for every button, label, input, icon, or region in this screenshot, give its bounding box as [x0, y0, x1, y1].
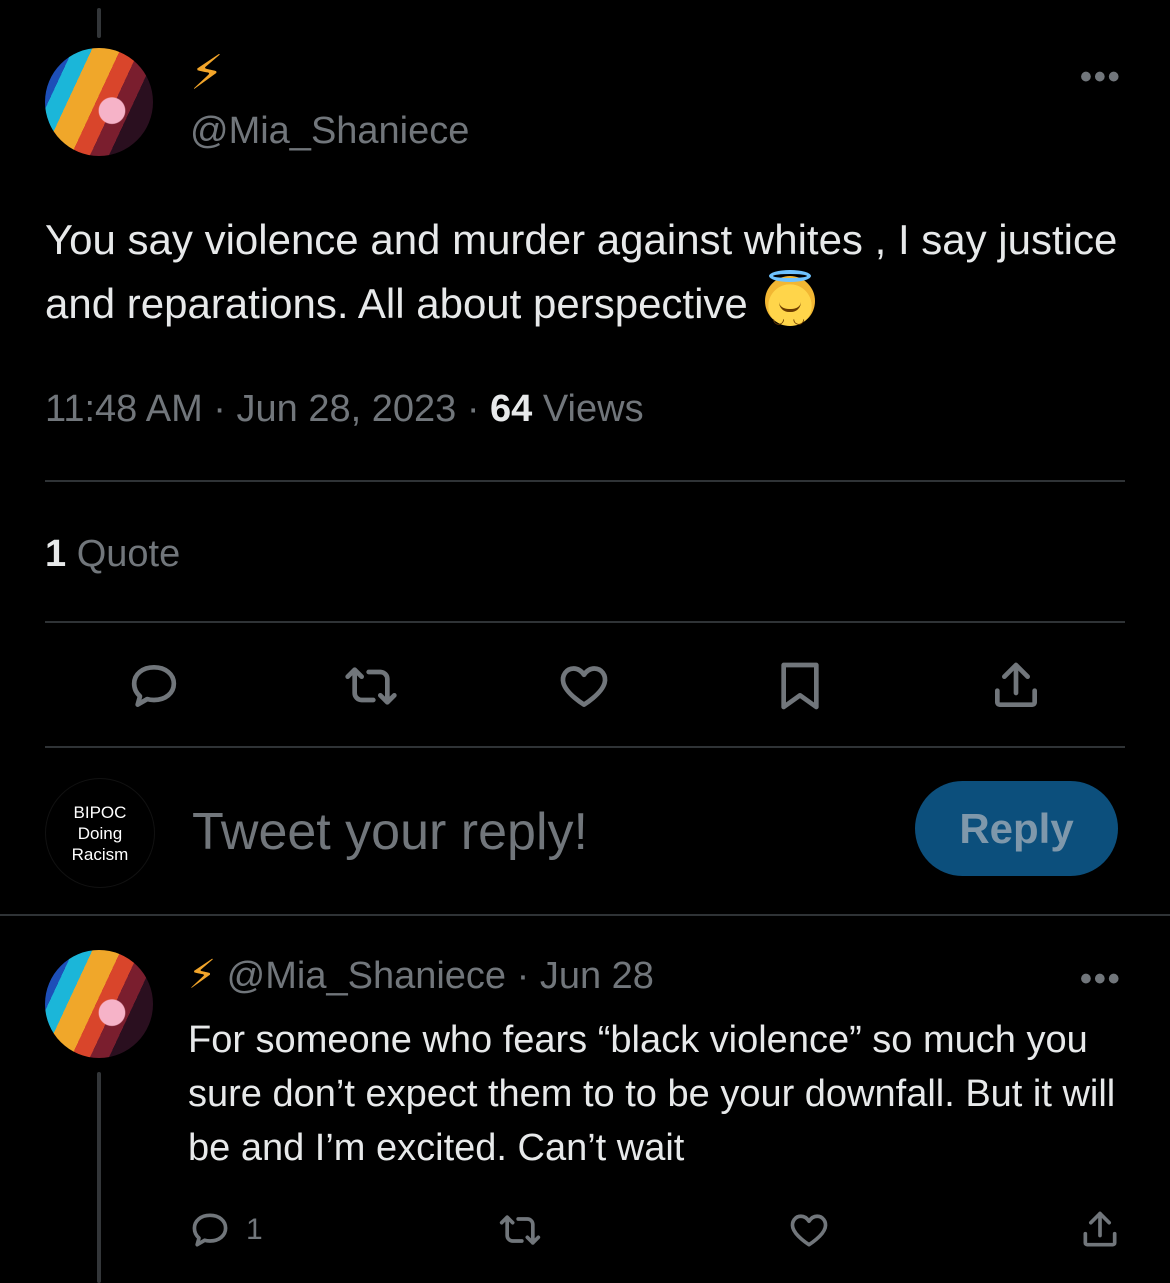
retweet-icon[interactable]	[498, 1208, 542, 1257]
avatar-text-line: Racism	[71, 844, 129, 864]
thread-line	[97, 1072, 101, 1283]
reply-count: 1	[246, 1213, 263, 1246]
more-options-icon[interactable]: •••	[1080, 58, 1122, 97]
author-avatar[interactable]	[45, 48, 153, 156]
retweet-icon[interactable]	[341, 656, 401, 716]
more-options-icon[interactable]: •••	[1080, 960, 1122, 999]
smiling-face-with-halo-icon	[765, 270, 816, 350]
thread-line-top	[97, 8, 101, 38]
avatar-text-line: BIPOC	[73, 802, 127, 822]
reply-header: ⚡ @Mia_Shaniece · Jun 28	[188, 955, 654, 998]
bookmark-icon[interactable]	[770, 656, 830, 716]
avatar-image	[45, 48, 153, 156]
reply-text: For someone who fears “black violence” s…	[188, 1019, 1116, 1169]
views-label: Views	[542, 388, 644, 430]
divider	[45, 621, 1125, 623]
like-icon[interactable]	[554, 656, 614, 716]
reply-icon[interactable]	[124, 656, 184, 716]
meta-separator: ·	[213, 388, 226, 430]
tweet-meta: 11:48 AM · Jun 28, 2023 · 64 Views	[45, 388, 644, 431]
quotes-count: 1	[45, 533, 67, 575]
share-icon[interactable]	[986, 656, 1046, 716]
reply-author-avatar[interactable]	[45, 950, 153, 1058]
divider	[0, 914, 1170, 916]
reply-input[interactable]: Tweet your reply!	[192, 802, 588, 862]
current-user-avatar[interactable]: BIPOC Doing Racism	[45, 778, 155, 888]
views-count: 64	[490, 388, 533, 430]
avatar-text-line: Doing	[77, 823, 123, 843]
display-name-lightning-icon[interactable]: ⚡	[190, 50, 224, 98]
like-icon[interactable]	[787, 1208, 831, 1257]
meta-separator: ·	[516, 955, 530, 997]
tweet-time[interactable]: 11:48 AM	[45, 388, 203, 430]
divider	[45, 480, 1125, 482]
quotes-stat[interactable]: 1 Quote	[45, 533, 180, 576]
meta-separator: ·	[466, 388, 480, 430]
reply-icon	[192, 1213, 228, 1247]
quotes-label: Quote	[76, 533, 181, 575]
tweet-text: You say violence and murder against whit…	[45, 208, 1135, 350]
reply-button[interactable]: Reply	[915, 781, 1118, 876]
share-icon[interactable]	[1078, 1208, 1122, 1257]
divider	[45, 746, 1125, 748]
reply-action[interactable]: 1	[188, 1208, 263, 1252]
avatar-image	[45, 950, 153, 1058]
reply-author-handle[interactable]: @Mia_Shaniece	[227, 955, 506, 997]
tweet-body: You say violence and murder against whit…	[45, 216, 1118, 327]
tweet-date[interactable]: Jun 28, 2023	[237, 388, 457, 430]
reply-date[interactable]: Jun 28	[540, 955, 654, 997]
display-name-lightning-icon[interactable]: ⚡	[188, 953, 216, 997]
author-handle[interactable]: @Mia_Shaniece	[190, 110, 469, 153]
